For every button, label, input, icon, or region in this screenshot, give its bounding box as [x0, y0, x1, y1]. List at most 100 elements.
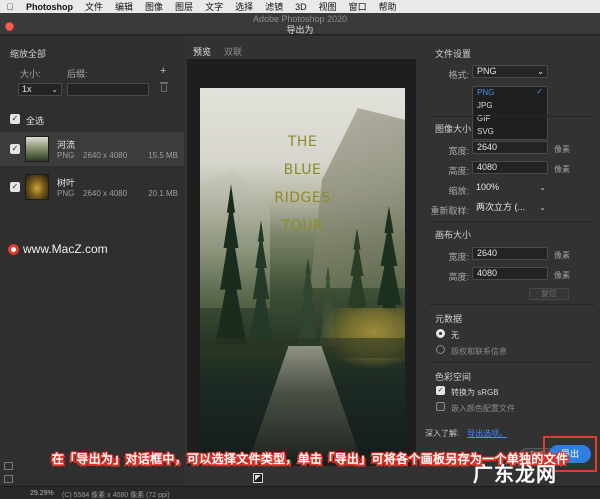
asset-row[interactable]: ✓ 树叶 PNG 2640 x 4080 20.1 MB [0, 170, 184, 204]
asset-row[interactable]: ✓ 河流 PNG 2640 x 4080 15.5 MB [0, 132, 184, 166]
image-width-label: 宽度: [448, 146, 469, 156]
image-scale-select[interactable]: 100% ⌄ [472, 181, 548, 194]
fit-zoom-icon[interactable] [253, 473, 263, 483]
asset-format: PNG [57, 189, 75, 198]
image-scale-value: 100% [476, 182, 500, 192]
asset-thumbnail [25, 174, 49, 200]
format-label: 格式: [448, 70, 469, 80]
image-scale-label: 缩放: [448, 186, 469, 196]
metadata-copyright-label: 版权和联系信息 [451, 347, 507, 356]
artboard-title-text: THE BLUE RIDGES TOUR [200, 128, 405, 240]
asset-dimensions: 2640 x 4080 [83, 151, 128, 160]
format-select[interactable]: PNG ⌄ [472, 65, 548, 78]
metadata-copyright-radio[interactable] [436, 345, 445, 354]
restore-button[interactable]: 复位 [529, 288, 569, 300]
image-height-unit: 像素 [554, 165, 570, 174]
panel-toggle-icon[interactable] [4, 462, 13, 470]
resample-label: 重新取样: [430, 206, 469, 216]
checkmark-icon: ✓ [536, 87, 543, 96]
artboard-title-line: THE [287, 134, 318, 150]
screen-mode-icon[interactable] [4, 475, 13, 483]
scale-select-value: 1x [22, 84, 32, 94]
metadata-none-label: 无 [451, 331, 459, 340]
asset-format: PNG [57, 151, 75, 160]
scale-panel: 缩放全部 大小: 后缀: + 1x ⌄ ✓ 全选 ✓ 河流 PNG 2640 x… [0, 36, 184, 486]
resample-select[interactable]: 两次立方 (... ⌄ [472, 201, 548, 214]
menu-file[interactable]: 文件 [79, 0, 109, 13]
menu-3d[interactable]: 3D [289, 2, 313, 12]
convert-srgb-checkbox[interactable]: ✓ [436, 386, 445, 395]
export-as-dialog: 缩放全部 大小: 后缀: + 1x ⌄ ✓ 全选 ✓ 河流 PNG 2640 x… [0, 36, 600, 486]
menu-help[interactable]: 帮助 [373, 0, 403, 13]
embed-profile-label: 嵌入颜色配置文件 [451, 404, 515, 413]
menu-app-photoshop[interactable]: Photoshop [20, 2, 79, 12]
trash-icon[interactable] [160, 82, 168, 92]
suffix-input[interactable] [67, 83, 149, 96]
apple-icon[interactable]:  [0, 2, 20, 12]
image-height-input[interactable]: 4080 [472, 161, 548, 174]
asset-name: 河流 [57, 140, 76, 150]
menu-layer[interactable]: 图层 [169, 0, 199, 13]
select-all-label: 全选 [26, 116, 45, 126]
menu-filter[interactable]: 滤镜 [259, 0, 289, 13]
scale-select[interactable]: 1x ⌄ [18, 83, 62, 96]
menu-window[interactable]: 窗口 [343, 0, 373, 13]
asset-checkbox[interactable]: ✓ [10, 182, 20, 192]
convert-srgb-label: 转换为 sRGB [451, 388, 499, 397]
image-size-title: 图像大小 [435, 124, 472, 134]
embed-profile-checkbox[interactable] [436, 402, 445, 411]
image-width-input[interactable]: 2640 [472, 141, 548, 154]
asset-checkbox[interactable]: ✓ [10, 144, 20, 154]
menu-view[interactable]: 视图 [313, 0, 343, 13]
preview-canvas: THE BLUE RIDGES TOUR [187, 59, 416, 483]
canvas-height-unit: 像素 [554, 271, 570, 280]
learn-more-row: 深入了解: 导出选项。 [425, 428, 507, 439]
menu-type[interactable]: 文字 [199, 0, 229, 13]
menu-bar:  Photoshop 文件 编辑 图像 图层 文字 选择 滤镜 3D 视图 窗… [0, 0, 600, 13]
image-width-unit: 像素 [554, 145, 570, 154]
color-space-title: 色彩空间 [435, 372, 472, 382]
format-select-value: PNG [477, 66, 497, 76]
image-height-label: 高度: [448, 166, 469, 176]
menu-select[interactable]: 选择 [229, 0, 259, 13]
artboard-title-line: BLUE [283, 162, 322, 178]
asset-name: 树叶 [57, 178, 76, 188]
tab-preview[interactable]: 预览 [190, 45, 214, 62]
canvas-height-label: 高度: [448, 272, 469, 282]
format-option-png[interactable]: PNG [477, 88, 494, 97]
metadata-none-radio[interactable] [436, 329, 445, 338]
menu-image[interactable]: 图像 [139, 0, 169, 13]
zoom-level[interactable]: 29.29% [30, 490, 54, 497]
suffix-label: 后缀: [67, 69, 88, 79]
format-option-jpg[interactable]: JPG [477, 101, 493, 110]
tab-2up[interactable]: 双联 [224, 45, 242, 58]
site-watermark: 广东龙网 [473, 462, 557, 486]
dialog-title-bar: Adobe Photoshop 2020 导出为 [0, 13, 600, 35]
canvas-size-title: 画布大小 [435, 230, 472, 240]
canvas-width-input[interactable]: 2640 [472, 247, 548, 260]
status-bar: 29.29% (C) 5584 像素 x 4080 像素 (72 ppi) [0, 486, 600, 499]
metadata-title: 元数据 [435, 314, 463, 324]
size-label: 大小: [20, 69, 41, 79]
menu-edit[interactable]: 编辑 [109, 0, 139, 13]
resample-value: 两次立方 (... [476, 202, 525, 212]
canvas-height-input[interactable]: 4080 [472, 267, 548, 280]
artboard-title-line: TOUR [281, 218, 324, 234]
format-option-svg[interactable]: SVG [477, 127, 494, 136]
asset-file-size: 20.1 MB [148, 189, 178, 198]
chevron-down-icon: ⌄ [539, 183, 546, 192]
watermark-text: www.MacZ.com [23, 242, 108, 256]
settings-panel: 文件设置 格式: PNG ⌄ PNG ✓ JPG GIF SVG 图像大小 宽度… [425, 36, 600, 486]
format-dropdown-menu: PNG ✓ JPG GIF SVG [472, 86, 548, 140]
export-options-link[interactable]: 导出选项。 [467, 429, 507, 438]
artboard-preview-image: THE BLUE RIDGES TOUR [200, 88, 405, 457]
watermark: www.MacZ.com [8, 242, 108, 256]
artboard-title-line: RIDGES [274, 190, 331, 206]
select-all-checkbox[interactable]: ✓ [10, 114, 20, 124]
scale-all-title: 缩放全部 [10, 49, 47, 59]
add-scale-icon[interactable]: + [160, 65, 166, 77]
file-settings-title: 文件设置 [435, 49, 472, 59]
asset-dimensions: 2640 x 4080 [83, 189, 128, 198]
chevron-down-icon: ⌄ [537, 67, 544, 76]
chevron-down-icon: ⌄ [539, 203, 546, 212]
